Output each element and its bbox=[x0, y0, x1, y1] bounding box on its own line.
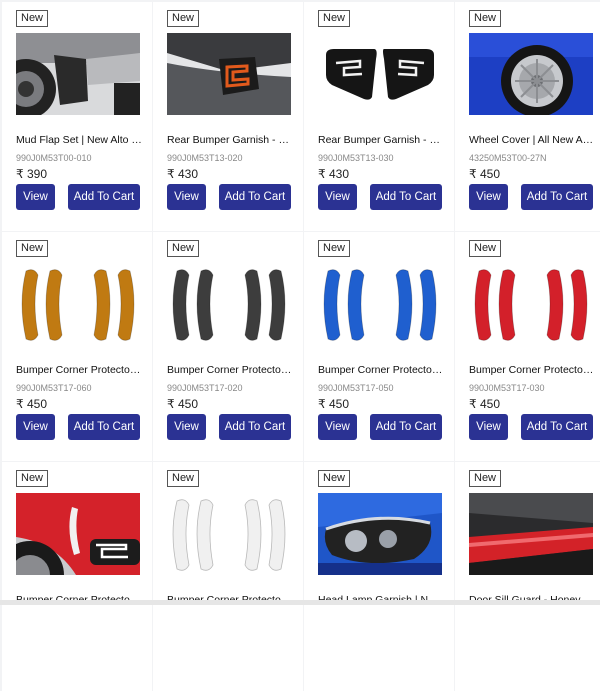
product-image[interactable] bbox=[469, 493, 593, 575]
product-card[interactable]: New Rear Bumper Garnish - Midn... 990J0M5… bbox=[304, 2, 454, 231]
view-button[interactable]: View bbox=[318, 184, 357, 210]
product-price: ₹ 450 bbox=[16, 397, 47, 411]
new-badge: New bbox=[469, 470, 502, 487]
new-badge: New bbox=[469, 10, 502, 27]
product-image-art bbox=[16, 33, 140, 115]
product-card[interactable]: New Head Lamp Garnish | New A... bbox=[304, 462, 454, 691]
product-price: ₹ 450 bbox=[167, 397, 198, 411]
add-to-cart-button[interactable]: Add To Cart bbox=[370, 414, 442, 440]
add-to-cart-button[interactable]: Add To Cart bbox=[521, 184, 593, 210]
product-image[interactable] bbox=[167, 493, 291, 575]
view-button[interactable]: View bbox=[318, 414, 357, 440]
product-sku: 990J0M53T17-050 bbox=[318, 383, 394, 393]
product-card[interactable]: New Bumper Corner Protector - E... 990J0M… bbox=[2, 232, 152, 461]
product-image-art bbox=[16, 493, 140, 575]
product-card[interactable]: New Bumper Corner Protector - S... bbox=[2, 462, 152, 691]
product-sku: 990J0M53T13-030 bbox=[318, 153, 394, 163]
view-button[interactable]: View bbox=[16, 184, 55, 210]
product-image[interactable] bbox=[167, 33, 291, 115]
product-image[interactable] bbox=[16, 493, 140, 575]
product-price: ₹ 450 bbox=[469, 167, 500, 181]
product-grid: New Mud Flap Set | New Alto K10 990J0M53T… bbox=[2, 2, 600, 691]
product-image-art bbox=[318, 263, 442, 345]
product-card[interactable]: New Bumper Corner Protector - B... 990J0M… bbox=[304, 232, 454, 461]
product-image-art bbox=[469, 33, 593, 115]
product-card[interactable]: New Bumper Corner Protector - ... 990J0M5… bbox=[153, 232, 303, 461]
product-image-art bbox=[469, 493, 593, 575]
new-badge: New bbox=[16, 470, 49, 487]
product-title[interactable]: Rear Bumper Garnish - Midn... bbox=[318, 134, 444, 146]
product-sku: 990J0M53T17-060 bbox=[16, 383, 92, 393]
new-badge: New bbox=[318, 240, 351, 257]
view-button[interactable]: View bbox=[167, 414, 206, 440]
view-button[interactable]: View bbox=[167, 184, 206, 210]
product-image-art bbox=[167, 263, 291, 345]
product-card[interactable]: New Wheel Cover | All New Alto ... 43250M… bbox=[455, 2, 600, 231]
product-price: ₹ 450 bbox=[318, 397, 349, 411]
new-badge: New bbox=[16, 10, 49, 27]
view-button[interactable]: View bbox=[469, 414, 508, 440]
product-title[interactable]: Bumper Corner Protector - E... bbox=[16, 364, 142, 376]
product-title[interactable]: Bumper Corner Protector - R... bbox=[469, 364, 595, 376]
product-title[interactable]: Mud Flap Set | New Alto K10 bbox=[16, 134, 142, 146]
product-image[interactable] bbox=[16, 263, 140, 345]
product-image[interactable] bbox=[318, 263, 442, 345]
new-badge: New bbox=[16, 240, 49, 257]
product-image-art bbox=[318, 33, 442, 115]
product-image-art bbox=[318, 493, 442, 575]
view-button[interactable]: View bbox=[469, 184, 508, 210]
product-sku: 990J0M53T17-020 bbox=[167, 383, 243, 393]
new-badge: New bbox=[469, 240, 502, 257]
product-card[interactable]: New Mud Flap Set | New Alto K10 990J0M53T… bbox=[2, 2, 152, 231]
product-price: ₹ 430 bbox=[167, 167, 198, 181]
product-sku: 990J0M53T17-030 bbox=[469, 383, 545, 393]
product-image-art bbox=[16, 263, 140, 345]
product-card[interactable]: New Bumper Corner Protector - R... 990J0M… bbox=[455, 232, 600, 461]
product-image-art bbox=[167, 493, 291, 575]
product-price: ₹ 390 bbox=[16, 167, 47, 181]
add-to-cart-button[interactable]: Add To Cart bbox=[68, 184, 140, 210]
product-title[interactable]: Bumper Corner Protector - B... bbox=[318, 364, 444, 376]
product-sku: 43250M53T00-27N bbox=[469, 153, 547, 163]
product-image-art bbox=[469, 263, 593, 345]
new-badge: New bbox=[318, 10, 351, 27]
product-image[interactable] bbox=[469, 263, 593, 345]
product-price: ₹ 450 bbox=[469, 397, 500, 411]
product-image[interactable] bbox=[318, 33, 442, 115]
add-to-cart-button[interactable]: Add To Cart bbox=[219, 414, 291, 440]
add-to-cart-button[interactable]: Add To Cart bbox=[68, 414, 140, 440]
product-card[interactable]: New Rear Bumper Garnish - Midn... 990J0M5… bbox=[153, 2, 303, 231]
new-badge: New bbox=[318, 470, 351, 487]
view-button[interactable]: View bbox=[16, 414, 55, 440]
product-title[interactable]: Wheel Cover | All New Alto ... bbox=[469, 134, 595, 146]
add-to-cart-button[interactable]: Add To Cart bbox=[370, 184, 442, 210]
new-badge: New bbox=[167, 240, 200, 257]
product-sku: 990J0M53T13-020 bbox=[167, 153, 243, 163]
product-image[interactable] bbox=[318, 493, 442, 575]
product-title[interactable]: Bumper Corner Protector - ... bbox=[167, 364, 293, 376]
add-to-cart-button[interactable]: Add To Cart bbox=[521, 414, 593, 440]
new-badge: New bbox=[167, 10, 200, 27]
product-image[interactable] bbox=[167, 263, 291, 345]
product-title[interactable]: Rear Bumper Garnish - Midn... bbox=[167, 134, 293, 146]
product-card[interactable]: New Door Sill Guard - Honeycom... bbox=[455, 462, 600, 691]
product-card[interactable]: New Bumper Corner Protector - P... bbox=[153, 462, 303, 691]
horizontal-scrollbar[interactable] bbox=[0, 600, 600, 605]
product-image-art bbox=[167, 33, 291, 115]
add-to-cart-button[interactable]: Add To Cart bbox=[219, 184, 291, 210]
new-badge: New bbox=[167, 470, 200, 487]
product-price: ₹ 430 bbox=[318, 167, 349, 181]
product-image[interactable] bbox=[469, 33, 593, 115]
product-image[interactable] bbox=[16, 33, 140, 115]
product-sku: 990J0M53T00-010 bbox=[16, 153, 92, 163]
